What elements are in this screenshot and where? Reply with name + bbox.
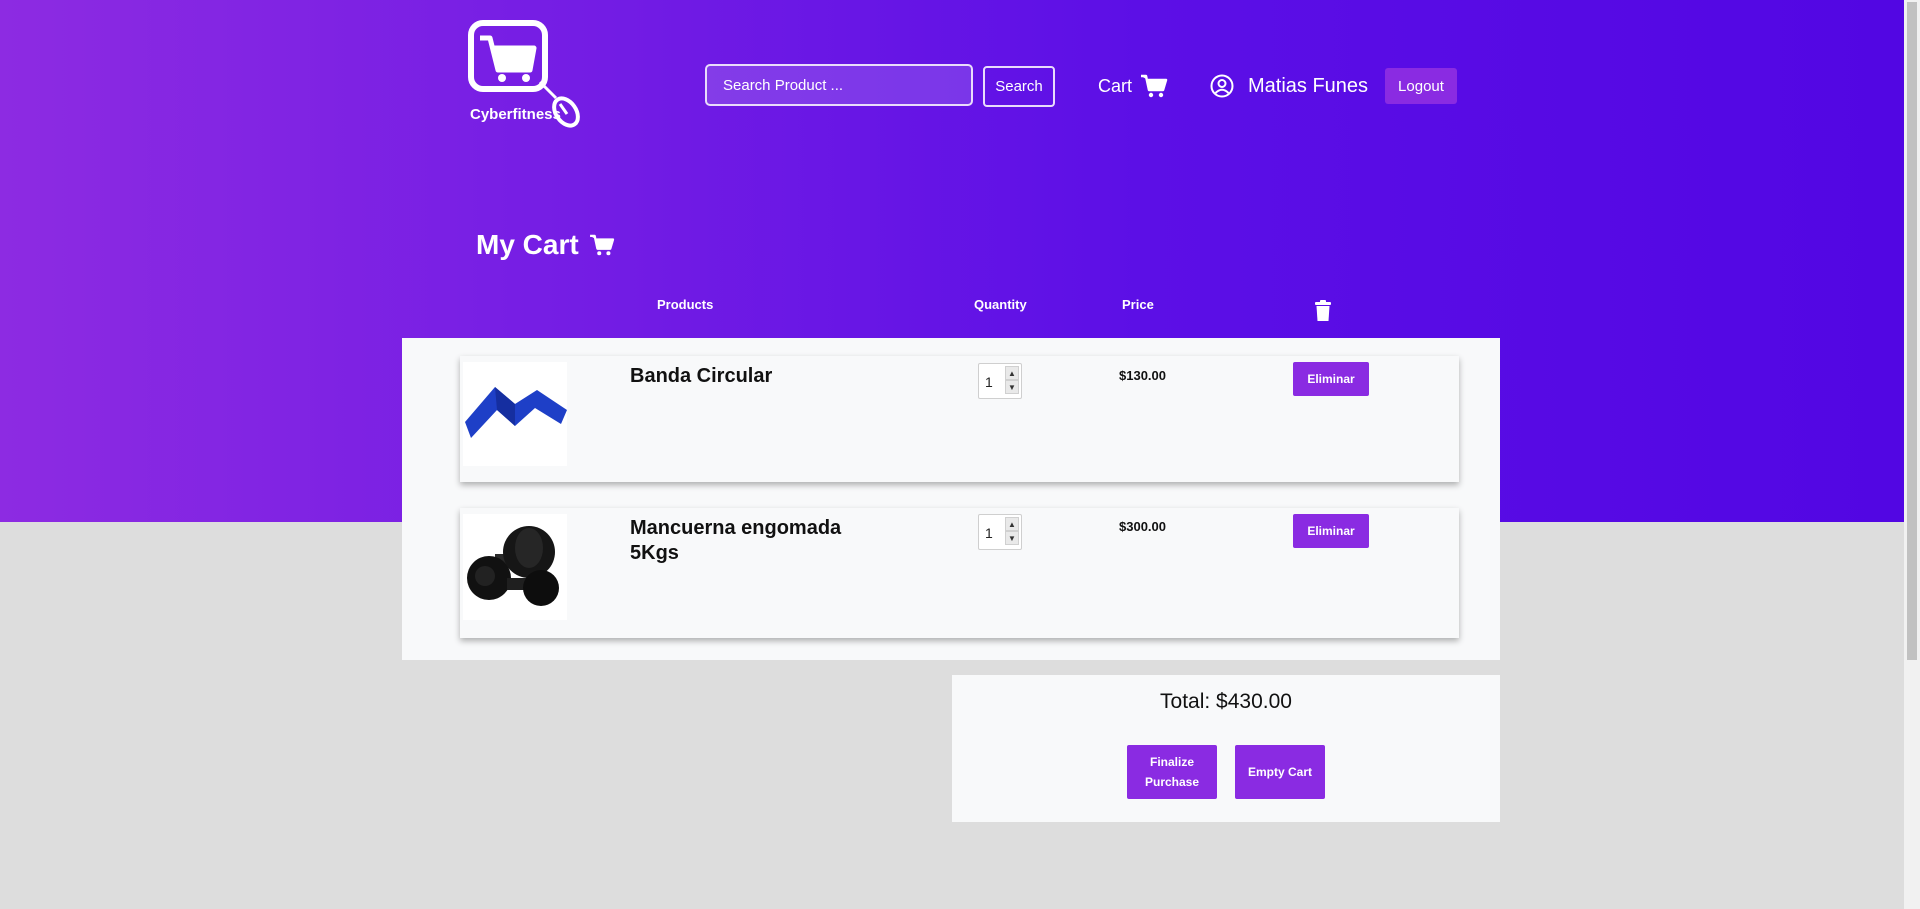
cart-item: Banda Circular 1 ▲ ▼ $130.00 Eliminar: [460, 356, 1459, 482]
quantity-stepper[interactable]: 1 ▲ ▼: [978, 514, 1022, 550]
increment-icon[interactable]: ▲: [1005, 366, 1019, 380]
brand-name: Cyberfitness: [470, 106, 561, 123]
product-image[interactable]: [463, 514, 567, 620]
band-image-icon: [465, 387, 567, 438]
quantity-value: 1: [985, 374, 993, 390]
product-name[interactable]: Banda Circular: [630, 364, 860, 389]
product-image[interactable]: [463, 362, 567, 466]
quantity-stepper[interactable]: 1 ▲ ▼: [978, 363, 1022, 399]
page-scrollbar[interactable]: [1904, 0, 1920, 909]
column-header-quantity: Quantity: [974, 297, 1027, 312]
user-profile[interactable]: Matias Funes: [1210, 68, 1368, 104]
cart-total: Total: $430.00: [1160, 690, 1292, 713]
decrement-icon[interactable]: ▼: [1005, 380, 1019, 394]
cart-link[interactable]: Cart: [1098, 68, 1168, 104]
cart-title-icon: [589, 234, 614, 256]
column-header-price: Price: [1122, 297, 1154, 312]
product-name[interactable]: Mancuerna engomada 5Kgs: [630, 516, 860, 566]
cart-icon: [1141, 74, 1168, 98]
product-price: $130.00: [1119, 368, 1166, 383]
cart-link-label: Cart: [1098, 75, 1133, 96]
logout-button[interactable]: Logout: [1385, 68, 1457, 104]
column-header-products: Products: [657, 297, 714, 312]
order-summary: Total: $430.00 Finalize Purchase Empty C…: [952, 675, 1500, 822]
trash-icon: [1315, 300, 1331, 321]
empty-cart-button[interactable]: Empty Cart: [1235, 745, 1325, 799]
dumbbell-image-icon: [467, 526, 559, 606]
increment-icon[interactable]: ▲: [1005, 517, 1019, 531]
scrollbar-thumb[interactable]: [1907, 2, 1917, 660]
remove-item-button[interactable]: Eliminar: [1293, 514, 1369, 548]
product-price: $300.00: [1119, 519, 1166, 534]
page-title: My Cart: [476, 229, 615, 261]
user-circle-icon: [1210, 74, 1234, 98]
cart-item: Mancuerna engomada 5Kgs 1 ▲ ▼ $300.00 Eli…: [460, 508, 1459, 638]
search-input[interactable]: [705, 64, 973, 106]
user-name: Matias Funes: [1248, 74, 1369, 97]
decrement-icon[interactable]: ▼: [1005, 531, 1019, 545]
finalize-purchase-button[interactable]: Finalize Purchase: [1127, 745, 1217, 799]
search-button[interactable]: Search: [983, 66, 1055, 107]
page-title-text: My Cart: [476, 229, 579, 260]
quantity-value: 1: [985, 525, 993, 541]
remove-item-button[interactable]: Eliminar: [1293, 362, 1369, 396]
